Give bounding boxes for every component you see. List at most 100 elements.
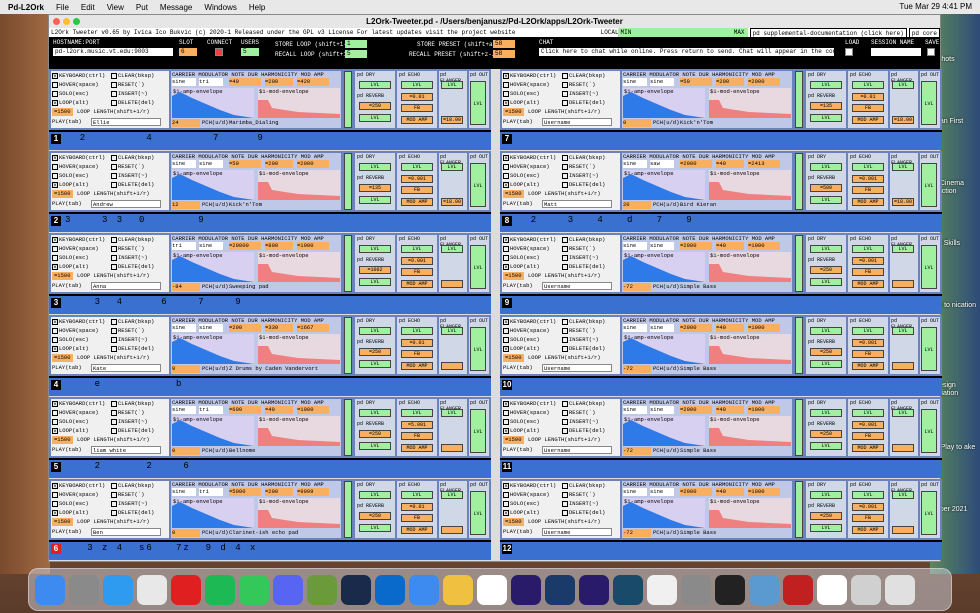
overall-level-slider[interactable] [344, 153, 352, 210]
reverb-level[interactable]: LVL [810, 114, 842, 122]
mod-envelope[interactable]: $1-mod-envelope [258, 88, 340, 118]
user-name[interactable]: Andrew [91, 200, 161, 208]
harmonicity-number[interactable]: =1000 [748, 242, 780, 250]
mod-amp-label[interactable]: MOD AMP [401, 444, 433, 452]
pitch-number[interactable]: 0 [172, 447, 200, 455]
loop-length-number[interactable]: =1500 [52, 272, 73, 280]
minimize-icon[interactable] [63, 18, 70, 25]
supplemental-docs-link[interactable]: pd supplemental-documentation (click her… [749, 28, 907, 37]
echo-number[interactable]: =0.001 [852, 339, 884, 347]
reverb-number[interactable]: =250 [359, 512, 391, 520]
out-level[interactable]: LVL [921, 409, 937, 453]
modulator-select[interactable]: sine [650, 78, 674, 86]
clear-button[interactable]: CLEAR(bksp) [562, 154, 605, 162]
echo-fb[interactable]: FB [401, 268, 433, 276]
menu-help[interactable]: Help [249, 3, 265, 12]
loop-toggle[interactable]: × LOOP(alt) [52, 99, 89, 107]
echo-level[interactable]: LVL [401, 245, 433, 253]
modulator-select[interactable]: sine [650, 324, 674, 332]
echo-number[interactable]: =0.01 [852, 93, 884, 101]
solo-toggle[interactable]: SOLO(esc) [503, 90, 540, 98]
note-number[interactable]: =5000 [229, 488, 261, 496]
loop-toggle[interactable]: × LOOP(alt) [52, 427, 89, 435]
play-label[interactable]: PLAY(tab) [503, 200, 533, 208]
insert-button[interactable]: INSERT(~) [562, 336, 599, 344]
loop-length-number[interactable]: =1500 [503, 190, 524, 198]
dur-number[interactable]: =40 [716, 406, 744, 414]
pitch-number[interactable]: 0 [623, 119, 651, 127]
hover-toggle[interactable]: HOVER(space) [503, 163, 550, 171]
dry-level[interactable]: LVL [359, 163, 391, 171]
note-number[interactable]: =600 [229, 406, 261, 414]
clear-button[interactable]: CLEAR(bksp) [111, 154, 154, 162]
hover-toggle[interactable]: HOVER(space) [52, 327, 99, 335]
delete-button[interactable]: DELETE(del) [562, 99, 605, 107]
keyboard-toggle[interactable]: × KEYBOARD(ctrl) [52, 318, 105, 326]
out-level[interactable]: LVL [470, 491, 486, 535]
hover-toggle[interactable]: HOVER(space) [52, 245, 99, 253]
session-name-input[interactable] [871, 48, 921, 56]
close-icon[interactable] [53, 18, 60, 25]
dock-icon[interactable]: Documents [851, 574, 881, 605]
keyboard-toggle[interactable]: × KEYBOARD(ctrl) [52, 154, 105, 162]
out-level[interactable]: LVL [921, 81, 937, 125]
dur-number[interactable]: =330 [265, 324, 293, 332]
carrier-select[interactable]: sine [623, 160, 647, 168]
reverb-level[interactable]: LVL [810, 524, 842, 532]
dock-icon[interactable]: Messages [239, 574, 269, 605]
hover-toggle[interactable]: HOVER(space) [503, 491, 550, 499]
zoom-icon[interactable] [73, 18, 80, 25]
reset-button[interactable]: RESET(`) [111, 327, 144, 335]
menu-edit[interactable]: Edit [81, 3, 95, 12]
insert-button[interactable]: INSERT(~) [562, 254, 599, 262]
note-number[interactable]: =2000 [680, 406, 712, 414]
mod-envelope[interactable]: $1-mod-envelope [258, 252, 340, 282]
carrier-select[interactable]: sine [172, 160, 196, 168]
sequencer-bar[interactable]: 4 e b [49, 376, 491, 396]
hover-toggle[interactable]: HOVER(space) [503, 409, 550, 417]
harmonicity-number[interactable]: =1000 [297, 406, 329, 414]
amp-envelope[interactable]: $1-amp-envelope [172, 88, 254, 118]
hostname-input[interactable]: pd-l2ork.music.vt.edu:9003 [53, 48, 173, 56]
pitch-number[interactable]: -84 [172, 283, 200, 291]
note-number[interactable]: =2000 [680, 324, 712, 332]
echo-number[interactable]: =0.001 [852, 421, 884, 429]
modulator-select[interactable]: sine [199, 242, 223, 250]
reverb-level[interactable]: LVL [359, 114, 391, 122]
pitch-number[interactable]: -72 [623, 365, 651, 373]
note-number[interactable]: =2000 [680, 242, 712, 250]
hover-toggle[interactable]: HOVER(space) [52, 163, 99, 171]
clear-button[interactable]: CLEAR(bksp) [111, 400, 154, 408]
harmonicity-number[interactable]: =420 [297, 78, 329, 86]
delete-button[interactable]: DELETE(del) [111, 99, 154, 107]
amp-envelope[interactable]: $1-amp-envelope [172, 170, 254, 200]
reset-button[interactable]: RESET(`) [111, 245, 144, 253]
reset-button[interactable]: RESET(`) [111, 491, 144, 499]
sequencer-bar[interactable]: 2 3 3 3 0 9 [49, 212, 491, 232]
out-level[interactable]: LVL [921, 163, 937, 207]
reverb-number[interactable]: =250 [359, 348, 391, 356]
reset-button[interactable]: RESET(`) [562, 245, 595, 253]
overall-level-slider[interactable] [795, 235, 803, 292]
dur-number[interactable]: =40 [265, 406, 293, 414]
sequencer-bar[interactable]: 6 3 z 4 s6 7z 9 d 4 x [49, 540, 491, 560]
overall-level-slider[interactable] [344, 317, 352, 374]
clear-button[interactable]: CLEAR(bksp) [562, 236, 605, 244]
dry-level[interactable]: LVL [810, 163, 842, 171]
flanger-number[interactable]: =18.00 [892, 198, 914, 206]
echo-level[interactable]: LVL [852, 491, 884, 499]
flanger-level[interactable]: LVL [892, 245, 914, 253]
note-number[interactable]: =40 [229, 78, 261, 86]
mod-envelope[interactable]: $1-mod-envelope [709, 498, 791, 528]
user-name[interactable]: Anna [91, 282, 161, 290]
dry-level[interactable]: LVL [359, 327, 391, 335]
menu-app-name[interactable]: Pd-L2Ork [8, 3, 44, 12]
flanger-number[interactable] [441, 526, 463, 534]
pitch-number[interactable]: 20 [623, 201, 651, 209]
reset-button[interactable]: RESET(`) [562, 81, 595, 89]
reverb-number[interactable]: =250 [359, 430, 391, 438]
loop-toggle[interactable]: × LOOP(alt) [503, 263, 540, 271]
dock-icon[interactable]: Opera [171, 574, 201, 605]
reset-button[interactable]: RESET(`) [111, 81, 144, 89]
mod-envelope[interactable]: $1-mod-envelope [709, 170, 791, 200]
